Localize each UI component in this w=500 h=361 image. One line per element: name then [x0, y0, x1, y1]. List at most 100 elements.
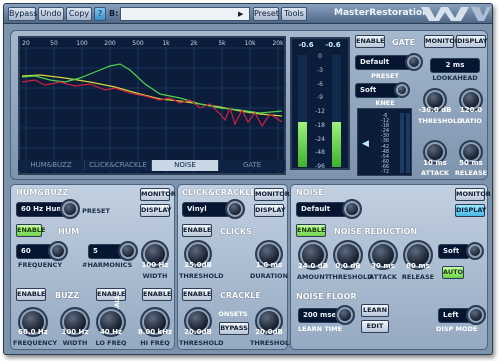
hum-width-label: WIDTH [142, 272, 168, 280]
click-crackle-title: CLICK&CRACKLE [182, 188, 256, 197]
edit-button[interactable]: EDIT [361, 320, 389, 333]
hum-preset-label: PRESET [82, 207, 110, 215]
info-icon[interactable]: ? [94, 7, 106, 21]
clicks-duration-value: 1.0 ms [255, 261, 283, 269]
brickwall-hi-label: HI FREQ [140, 339, 170, 347]
gate-preset-knob[interactable] [405, 53, 423, 71]
tab-hum-buzz[interactable]: HUM&BUZZ [18, 160, 85, 171]
copy-button[interactable]: Copy [66, 7, 92, 21]
brickwall-hi-value: 8.00 kHz [137, 328, 173, 336]
tools-menu-button[interactable]: Tools [281, 7, 307, 21]
preset-menu-button[interactable]: Preset [253, 7, 279, 21]
gate-title: GATE [392, 38, 416, 47]
onsets-bypass-button[interactable]: BYPASS [219, 322, 249, 335]
brickwall-enable-button[interactable]: ENABLE [96, 288, 126, 301]
buzz-enable-button[interactable]: ENABLE [16, 288, 46, 301]
gate-preset-label: PRESET [371, 72, 399, 80]
gate-knee-knob[interactable] [394, 82, 410, 98]
meter-scale-label: -18 [315, 121, 325, 129]
meter-scale-label: -3 [317, 66, 323, 74]
buzz-width-label: WIDTH [62, 339, 88, 347]
freq-label: 20 [22, 40, 30, 47]
preset-next-icon[interactable]: ▶ [238, 7, 243, 21]
crackle-title: CRACKLE [220, 291, 261, 300]
hum-monitor-button[interactable]: MONITOR [140, 188, 176, 201]
hum-frequency-knob[interactable] [48, 241, 68, 261]
disp-mode-label: DISP MODE [436, 325, 478, 333]
hum-section-label: HUM [58, 227, 80, 236]
analyzer-tabs: HUM&BUZZ CLICK&CRACKLE NOISE GATE [18, 160, 286, 173]
crackle-threshold-label: THRESHOLD [250, 339, 295, 347]
click-monitor-button[interactable]: MONITOR [254, 188, 290, 201]
freq-label: 200 [104, 40, 116, 47]
clicks-duration-label: DURATION [250, 272, 289, 280]
click-display-button[interactable]: DISPLAY [254, 204, 286, 217]
preset-selector[interactable] [120, 7, 250, 21]
gate-threshold-value: -36.0 dB [418, 106, 452, 114]
learn-button[interactable]: LEARN [361, 304, 389, 317]
crackle-amount-label: THRESHOLD [179, 339, 224, 347]
hum-buzz-title: HUM&BUZZ [16, 188, 69, 197]
output-meter: -0.6 -0.6 0 -3 -6 -9 -12 -18 -24 -48 -96 [290, 37, 350, 170]
meter-scale-label: -6 [317, 80, 323, 88]
plugin-title: MasterRestoration [334, 8, 429, 18]
hum-display-button[interactable]: DISPLAY [140, 204, 172, 217]
noise-display-button[interactable]: DISPLAY [455, 204, 487, 217]
buzz-frequency-value: 60.0 Hz [18, 328, 48, 336]
click-preset-knob[interactable] [225, 199, 245, 219]
learn-time-knob[interactable] [335, 305, 355, 325]
freq-label: 100 [76, 40, 88, 47]
brickwall-display-button[interactable]: ENABLE [142, 288, 172, 301]
noise-preset-knob[interactable] [342, 199, 362, 219]
noise-auto-button[interactable]: AUTO [442, 266, 464, 279]
meter-scale-label: -9 [317, 94, 323, 102]
gate-scale-label: -72 [380, 169, 390, 175]
noise-amount-value: 24.0 dB [297, 262, 329, 270]
crackle-enable-button[interactable]: ENABLE [182, 288, 212, 301]
gate-display-button[interactable]: DISPLAY [456, 35, 488, 48]
noise-amount-label: AMOUNT [296, 273, 330, 281]
gate-lookahead-field[interactable]: 2 ms [430, 58, 480, 73]
gate-attack-label: ATTACK [421, 169, 449, 177]
gate-ratio-value: 120.0 [459, 106, 483, 114]
noise-knee-knob[interactable] [466, 242, 484, 260]
clicks-label: CLICKS [220, 227, 252, 236]
clicks-enable-button[interactable]: ENABLE [182, 224, 212, 237]
undo-button[interactable]: Undo [38, 7, 64, 21]
peak-left-readout: -0.6 [298, 41, 314, 49]
gate-lookahead-label: LOOKAHEAD [432, 74, 478, 82]
hum-frequency-label: FREQUENCY [18, 261, 63, 269]
freq-label: 2k [190, 40, 198, 47]
hum-harmonics-knob[interactable] [118, 241, 138, 261]
clicks-threshold-value: 25.0dB [184, 261, 212, 269]
freq-label: 10k [244, 40, 256, 47]
noise-attack-value: 30 ms [371, 262, 395, 270]
meter-scale-label: -48 [315, 149, 325, 157]
gate-attack-value: 10 ms [423, 159, 447, 167]
freq-label: 20k [272, 40, 284, 47]
disp-mode-knob[interactable] [466, 305, 486, 325]
buzz-width-value: 100 Hz [61, 328, 89, 336]
gate-enable-button[interactable]: ENABLE [355, 35, 385, 48]
meter-bar-left [298, 55, 307, 167]
gate-ratio-label: RATIO [460, 117, 482, 125]
meter-bar-right [332, 55, 341, 167]
tab-noise[interactable]: NOISE [152, 160, 219, 171]
freq-label: 1k [162, 40, 170, 47]
noise-enable-button[interactable]: ENABLE [296, 224, 326, 237]
hum-preset-knob[interactable] [60, 199, 80, 219]
noise-monitor-button[interactable]: MONITOR [455, 188, 491, 201]
gate-monitor-button[interactable]: MONITOR [424, 35, 460, 48]
brickwall-lo-label: LO FREQ [95, 339, 127, 347]
crackle-threshold-value: 20.0dB [255, 328, 283, 336]
gate-threshold-label: THRESHOLD [418, 117, 463, 125]
hum-enable-button[interactable]: ENABLE [16, 224, 45, 237]
noise-reduction-label: NOISE REDUCTION [334, 227, 418, 236]
gate-release-value: 50 ms [459, 159, 483, 167]
tab-gate[interactable]: GATE [219, 160, 286, 171]
noise-release-label: RELEASE [401, 273, 435, 281]
bypass-button[interactable]: Bypass [8, 7, 38, 21]
tab-click-crackle[interactable]: CLICK&CRACKLE [85, 160, 152, 171]
buzz-frequency-label: FREQUENCY [13, 339, 58, 347]
noise-threshold-value: 0.0 dB [335, 262, 361, 270]
